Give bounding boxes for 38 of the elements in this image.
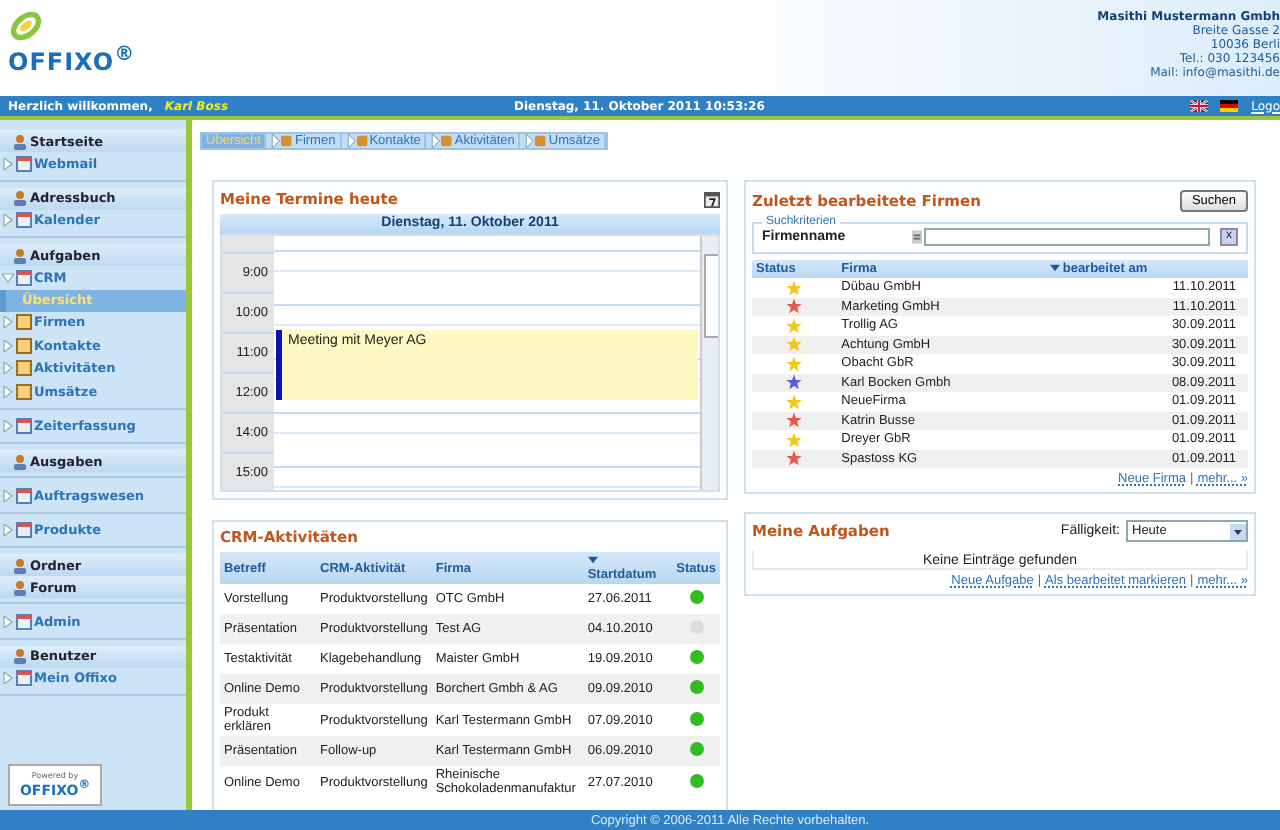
dropdown-arrow-icon [1230, 523, 1246, 539]
tab-icon [430, 134, 453, 148]
caret-right-icon [2, 420, 14, 433]
page-icon [16, 613, 32, 630]
page-icon [16, 487, 32, 504]
person-icon [12, 557, 28, 573]
person-icon [12, 133, 28, 149]
caret-right-icon [2, 524, 14, 537]
caret-down-icon [2, 271, 14, 284]
swirl-logo-icon [8, 8, 44, 44]
sort-arrow-icon [587, 556, 598, 564]
person-icon [12, 453, 28, 469]
uk-flag-icon[interactable] [1189, 100, 1208, 112]
caret-right-icon [2, 489, 14, 502]
tab-icon [345, 134, 368, 148]
company-name-input[interactable] [924, 228, 1210, 246]
person-icon [12, 648, 28, 664]
scrollbar[interactable] [700, 236, 718, 490]
page-icon [16, 522, 32, 539]
caret-right-icon [2, 214, 14, 227]
person-icon [12, 190, 28, 206]
operator-icon[interactable] [912, 230, 922, 244]
person-icon [12, 579, 28, 595]
calendar-icon[interactable] [704, 191, 720, 207]
sort-arrow-icon [1050, 264, 1061, 272]
page-icon [16, 212, 32, 229]
caret-right-icon [2, 615, 14, 628]
page-icon [16, 670, 32, 687]
caret-right-icon [2, 672, 14, 685]
page-icon [16, 418, 32, 435]
person-icon [12, 247, 28, 263]
page-icon [16, 155, 32, 172]
logo-text: OFFIXO$^{®}$ [8, 44, 136, 76]
caret-right-icon [2, 157, 14, 170]
tab-icon [270, 134, 293, 148]
page-icon [16, 269, 32, 286]
german-flag-icon[interactable] [1219, 100, 1238, 112]
tab-icon [524, 134, 547, 148]
